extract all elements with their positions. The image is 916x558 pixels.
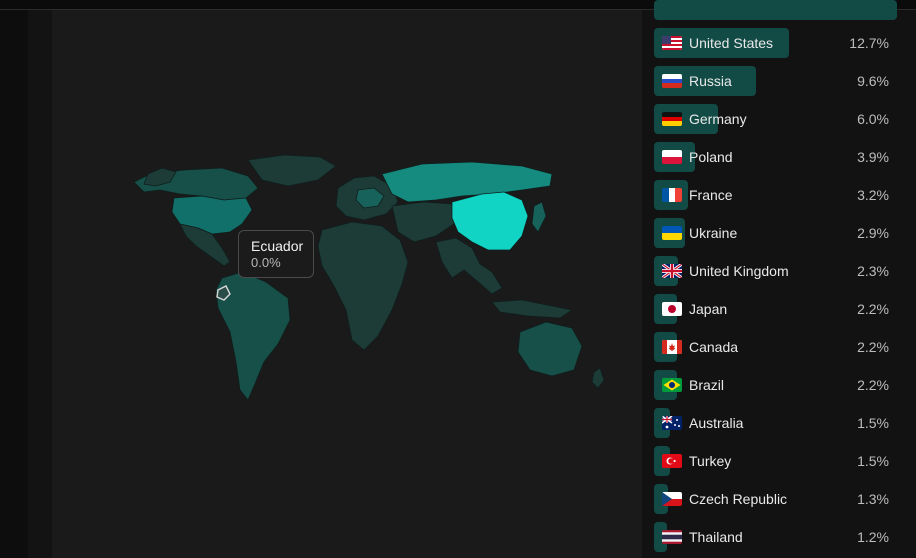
gb-flag-icon	[662, 264, 682, 278]
country-row[interactable]: Japan 2.2%	[642, 294, 916, 324]
fr-flag-icon	[662, 188, 682, 202]
partial-list-item-bar	[654, 0, 897, 20]
ua-flag-icon	[662, 226, 682, 240]
map-region-new-zealand[interactable]	[591, 367, 605, 389]
de-flag-icon	[662, 112, 682, 126]
country-row[interactable]: Turkey 1.5%	[642, 446, 916, 476]
country-row[interactable]: Russia 9.6%	[642, 66, 916, 96]
country-percentage: 1.5%	[857, 415, 889, 431]
country-name: Ukraine	[689, 225, 738, 241]
country-percentage: 12.7%	[849, 35, 889, 51]
pl-flag-icon	[662, 150, 682, 164]
country-percentage: 1.3%	[857, 491, 889, 507]
country-row[interactable]: Australia 1.5%	[642, 408, 916, 438]
country-percentage: 1.2%	[857, 529, 889, 545]
country-row[interactable]: Poland 3.9%	[642, 142, 916, 172]
map-region-indonesia[interactable]	[491, 299, 574, 319]
country-row[interactable]: United States 12.7%	[642, 28, 916, 58]
country-row[interactable]: Brazil 2.2%	[642, 370, 916, 400]
th-flag-icon	[662, 530, 682, 544]
country-percentage: 2.2%	[857, 377, 889, 393]
country-percentage: 2.2%	[857, 301, 889, 317]
jp-flag-icon	[662, 302, 682, 316]
country-row[interactable]: Canada 2.2%	[642, 332, 916, 362]
country-row[interactable]: Thailand 1.2%	[642, 522, 916, 552]
country-percentage: 1.5%	[857, 453, 889, 469]
map-region-japan[interactable]	[531, 201, 547, 233]
cz-flag-icon	[662, 492, 682, 506]
country-row[interactable]: United Kingdom 2.3%	[642, 256, 916, 286]
country-name: United States	[689, 35, 774, 51]
country-name: Poland	[689, 149, 733, 165]
country-name: France	[689, 187, 733, 203]
country-percentage: 9.6%	[857, 73, 889, 89]
country-list: United States 12.7% Russia 9.6% Germany 6.0% P…	[642, 0, 916, 558]
map-region-russia[interactable]	[381, 161, 553, 203]
country-name: Czech Republic	[689, 491, 788, 507]
tr-flag-icon	[662, 454, 682, 468]
left-rail	[0, 10, 28, 558]
country-name: Thailand	[689, 529, 743, 545]
br-flag-icon	[662, 378, 682, 392]
left-gutter	[28, 10, 52, 558]
map-region-china[interactable]	[451, 191, 529, 251]
au-flag-icon	[662, 416, 682, 430]
map-region-australia[interactable]	[517, 321, 583, 377]
us-flag-icon	[662, 36, 682, 50]
country-percentage: 6.0%	[857, 111, 889, 127]
country-name: Germany	[689, 111, 747, 127]
world-map-panel: Ecuador 0.0%	[52, 10, 642, 558]
tooltip-value: 0.0%	[251, 255, 281, 270]
map-region-central-asia[interactable]	[391, 201, 455, 243]
tooltip-country: Ecuador	[251, 238, 304, 254]
country-percentage: 2.2%	[857, 339, 889, 355]
country-row[interactable]: Czech Republic 1.3%	[642, 484, 916, 514]
country-name: Turkey	[689, 453, 732, 469]
country-percentage: 3.9%	[857, 149, 889, 165]
country-percentage: 2.3%	[857, 263, 889, 279]
country-row[interactable]: Germany 6.0%	[642, 104, 916, 134]
ru-flag-icon	[662, 74, 682, 88]
map-region-greenland[interactable]	[247, 154, 337, 187]
country-name: Canada	[689, 339, 739, 355]
country-name: Brazil	[689, 377, 725, 393]
ca-flag-icon	[662, 340, 682, 354]
country-percentage: 3.2%	[857, 187, 889, 203]
country-name: Australia	[689, 415, 744, 431]
country-name: Russia	[689, 73, 732, 89]
world-map[interactable]	[52, 10, 642, 558]
country-row[interactable]: France 3.2%	[642, 180, 916, 210]
country-name: United Kingdom	[689, 263, 789, 279]
map-region-africa[interactable]	[317, 221, 409, 351]
country-row[interactable]: Ukraine 2.9%	[642, 218, 916, 248]
map-tooltip: Ecuador 0.0%	[238, 230, 314, 278]
country-percentage: 2.9%	[857, 225, 889, 241]
country-name: Japan	[689, 301, 728, 317]
